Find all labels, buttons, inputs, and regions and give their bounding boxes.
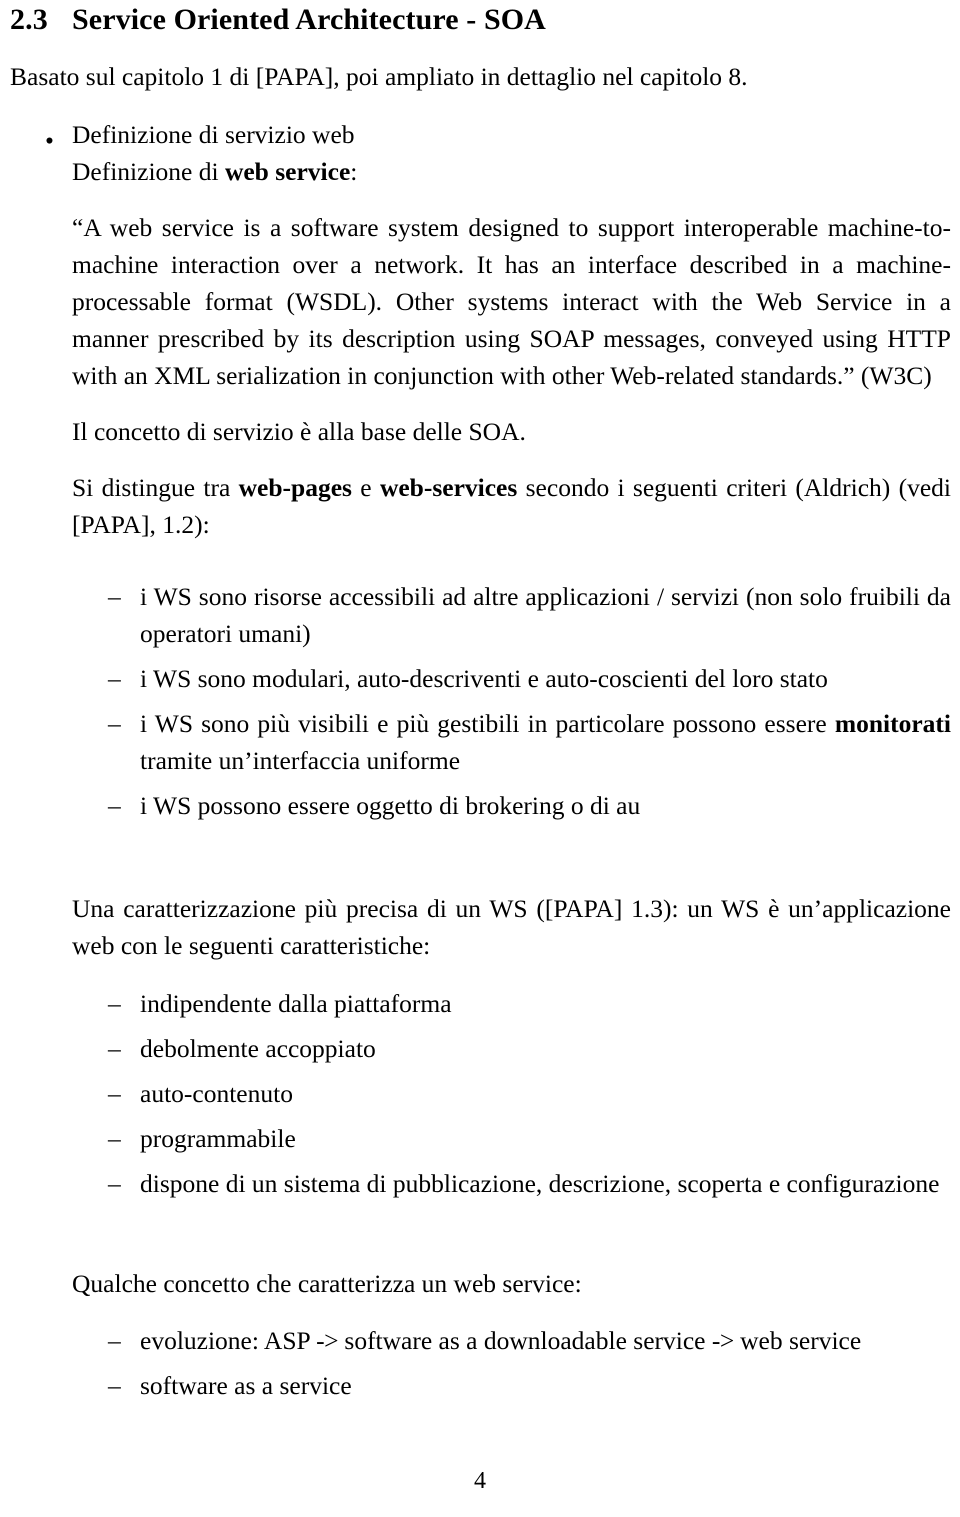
dash-marker: – [108, 1169, 121, 1198]
evoluzione-suffix: web service [733, 1326, 862, 1355]
list-item: – i WS possono essere oggetto di brokerin… [108, 787, 951, 824]
dash-marker: – [108, 664, 121, 693]
definizione-colon: : [350, 157, 358, 186]
list-item: – auto-contenuto [108, 1075, 951, 1112]
list-item-text: i WS sono modulari, auto-descriventi e a… [140, 664, 828, 693]
concetto-servizio-paragraph: Il concetto di servizio è alla base dell… [72, 417, 526, 446]
list-item-text: software as a service [140, 1371, 352, 1400]
list-item: – software as a service [108, 1367, 951, 1404]
evoluzione-mid: software as a downloadable service [338, 1326, 712, 1355]
bullet-content: Definizione di servizio web Definizione … [72, 116, 951, 543]
definizione-servizio-line: Definizione di servizio web [72, 120, 355, 149]
page-number: 4 [474, 1468, 486, 1494]
concepts-dash-list: – evoluzione: ASP -> software as a downlo… [108, 1322, 951, 1404]
dash-marker: – [108, 1326, 121, 1355]
distingue-part2: e [351, 473, 380, 502]
dash-marker: – [108, 791, 121, 820]
definizione-prefix: Definizione di [72, 157, 225, 186]
section-heading: 2.3 Service Oriented Architecture - SOA [10, 2, 546, 38]
list-item: – dispone di un sistema di pubblicazione,… [108, 1165, 951, 1202]
caratterizzazione-paragraph: Una caratterizzazione più precisa di un … [72, 894, 951, 960]
distingue-paragraph: Si distingue tra web-pages e web-service… [72, 469, 951, 543]
qualche-concetto-paragraph: Qualche concetto che caratterizza un web… [72, 1269, 582, 1298]
list-item-text: debolmente accoppiato [140, 1034, 376, 1063]
evoluzione-prefix: evoluzione: ASP [140, 1326, 317, 1355]
dash-marker: – [108, 709, 121, 738]
list-item: – i WS sono modulari, auto-descriventi e … [108, 660, 951, 697]
list-item: – programmabile [108, 1120, 951, 1157]
list-item-text: programmabile [140, 1124, 296, 1153]
dash-marker: – [108, 1124, 121, 1153]
criteria-dash-list: – i WS sono risorse accessibili ad altre … [108, 578, 951, 824]
list-item-text: auto-contenuto [140, 1079, 293, 1108]
subtitle-paragraph: Basato sul capitolo 1 di [PAPA], poi amp… [10, 62, 748, 91]
list-item-text: i WS possono essere oggetto di brokering… [140, 791, 641, 820]
list-item: – indipendente dalla piattaforma [108, 985, 951, 1022]
dash-marker: – [108, 1371, 121, 1400]
list-item-text: dispone di un sistema di pubblicazione, … [140, 1169, 940, 1198]
section-number: 2.3 [10, 3, 48, 36]
section-title: Service Oriented Architecture - SOA [72, 3, 546, 36]
bullet-marker: • [45, 126, 54, 155]
dash-marker: – [108, 989, 121, 1018]
arrow-icon: -> [316, 1326, 339, 1355]
web-service-bold: web service [224, 157, 351, 186]
web-pages-bold: web-pages [238, 473, 352, 502]
list-item: – evoluzione: ASP -> software as a downlo… [108, 1322, 951, 1359]
list-item-text: i WS sono risorse accessibili ad altre a… [140, 582, 951, 648]
arrow-icon: -> [711, 1326, 734, 1355]
definizione-web-service-line: Definizione di web service: [72, 153, 951, 190]
document-page: 2.3 Service Oriented Architecture - SOA B… [0, 0, 960, 1517]
list-item-text-suffix: tramite un’interfaccia uniforme [140, 746, 461, 775]
dash-marker: – [108, 1034, 121, 1063]
dash-marker: – [108, 1079, 121, 1108]
distingue-part1: Si distingue tra [72, 473, 239, 502]
list-item: – debolmente accoppiato [108, 1030, 951, 1067]
list-item: – i WS sono risorse accessibili ad altre … [108, 578, 951, 652]
monitorati-bold: monitorati [834, 709, 951, 738]
list-item: – i WS sono più visibili e più gestibili … [108, 705, 951, 779]
web-services-bold: web-services [379, 473, 518, 502]
list-item-text: indipendente dalla piattaforma [140, 989, 452, 1018]
list-item-text-prefix: i WS sono più visibili e più gestibili i… [140, 709, 835, 738]
dash-marker: – [108, 582, 121, 611]
characteristics-dash-list: – indipendente dalla piattaforma – debolme… [108, 985, 951, 1202]
w3c-quote-paragraph: “A web service is a software system desi… [72, 213, 951, 390]
